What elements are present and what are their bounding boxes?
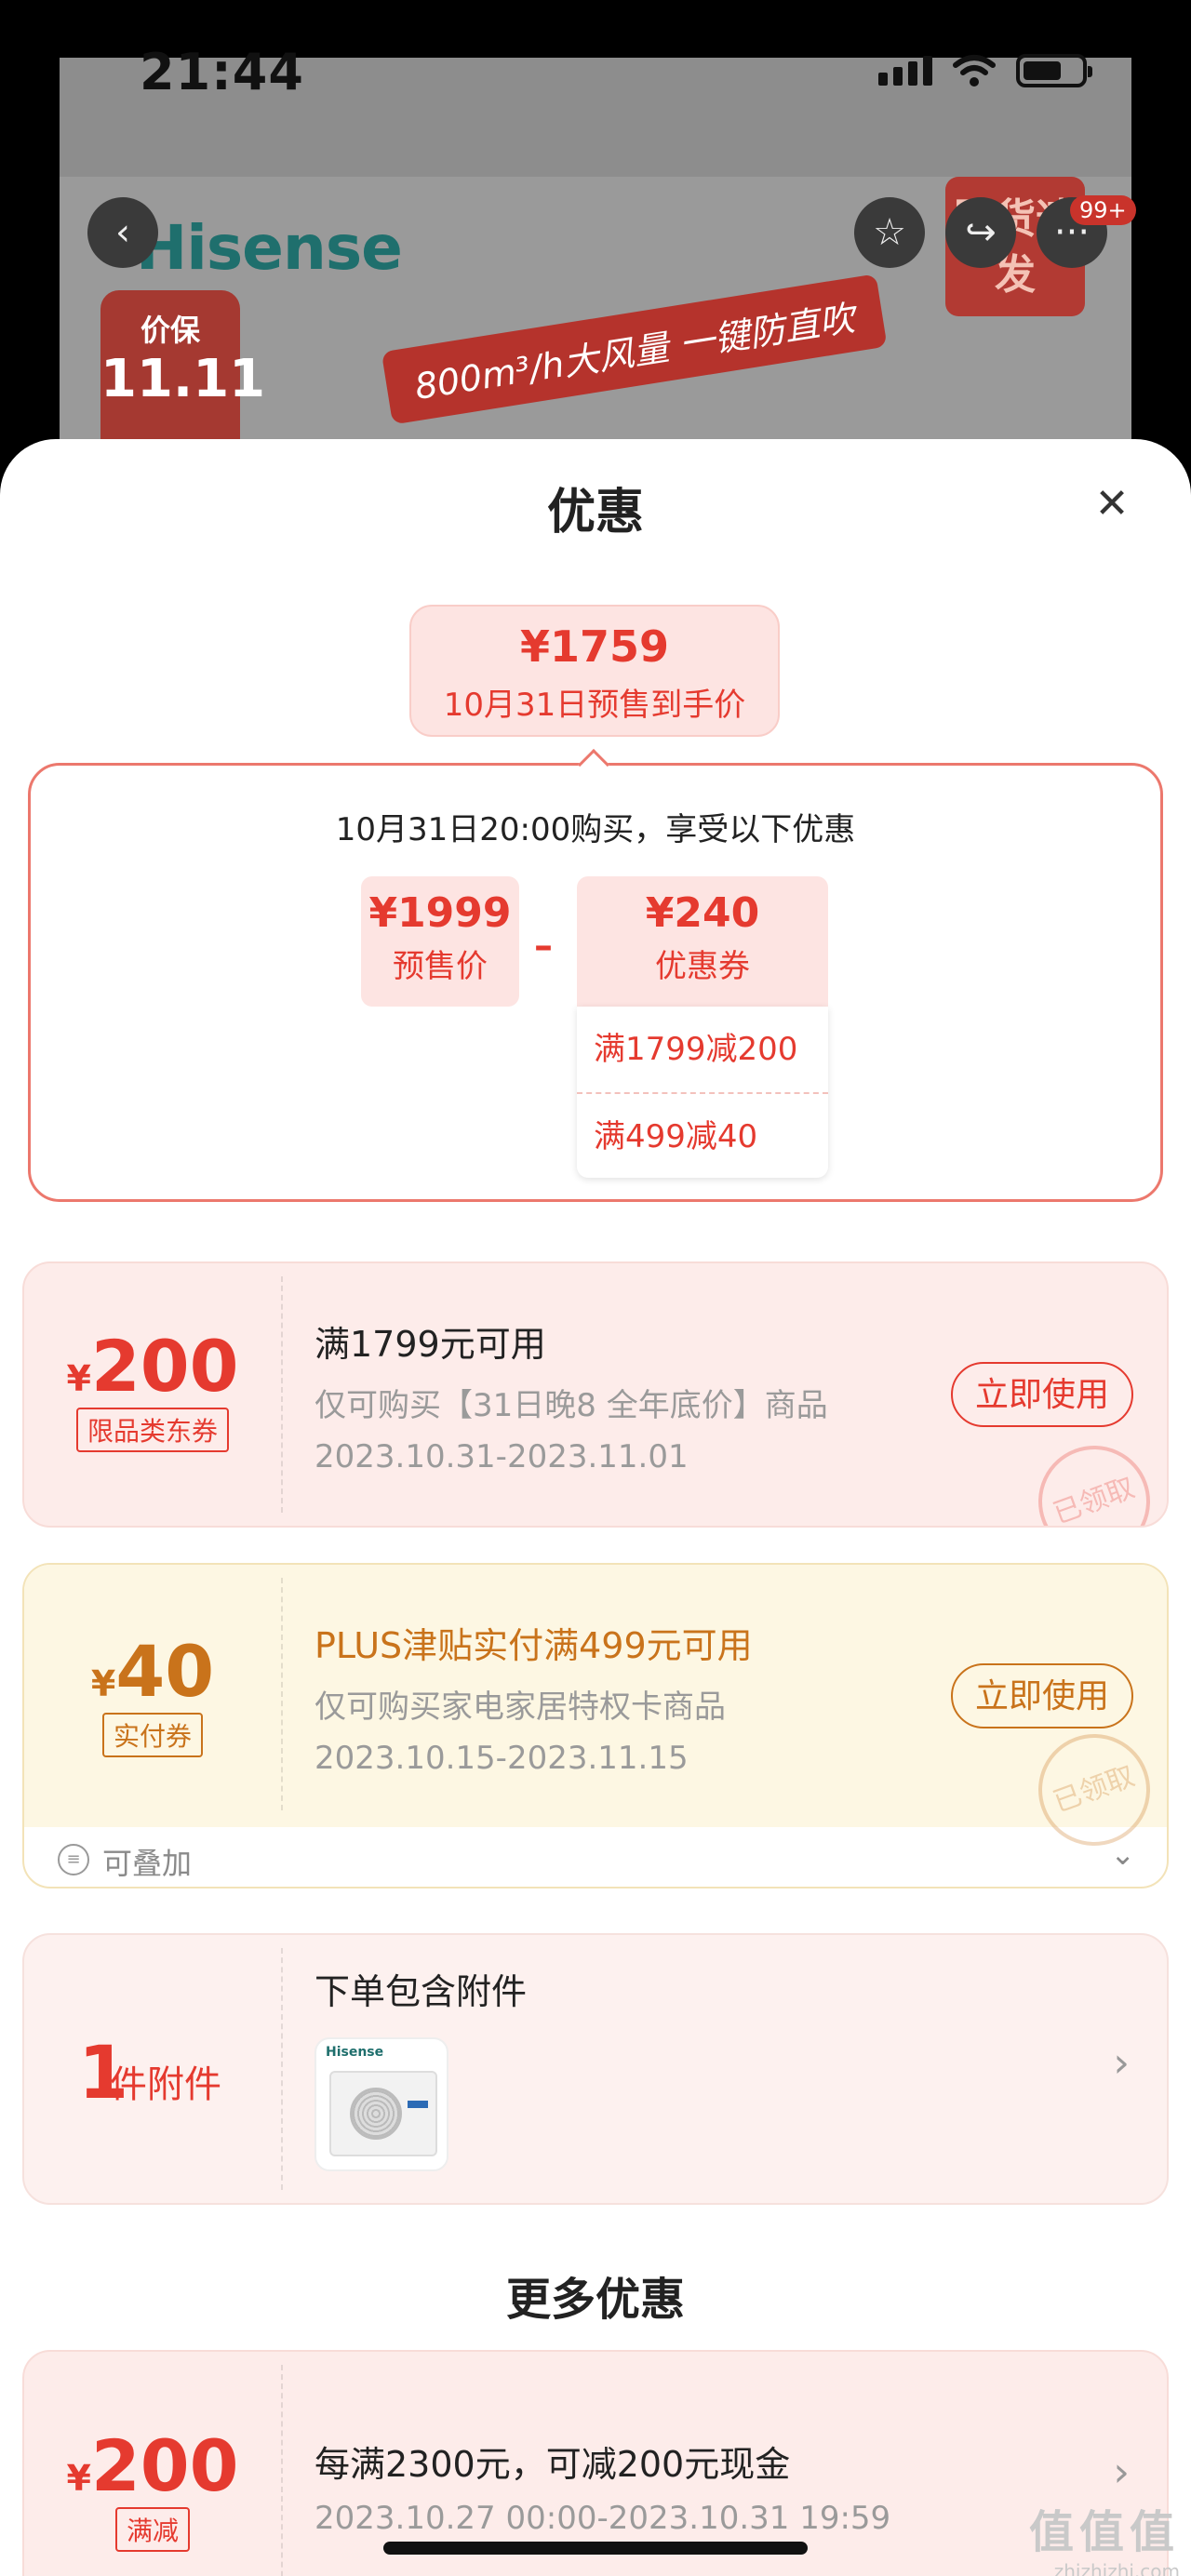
more-discounts-title: 更多优惠	[505, 2274, 685, 2326]
outdoor-unit-image	[329, 2071, 437, 2156]
coupon-info: PLUS津贴实付满499元可用 仅可购买家电家居特权卡商品 2023.10.15…	[314, 1617, 753, 1777]
coupon-amount: ¥200 满减	[24, 2424, 281, 2552]
price-protect-tag: 价保 11.11	[100, 290, 266, 439]
stack-icon: ≡	[58, 1844, 89, 1875]
full-reduction-period: 2023.10.27 00:00-2023.10.31 19:59	[314, 2500, 891, 2537]
coupon-rule: 满1799减200	[594, 1031, 798, 1068]
coupon-validity: 2023.10.31-2023.11.01	[314, 1438, 689, 1475]
use-now-button[interactable]: 立即使用	[951, 1663, 1133, 1728]
close-button[interactable]: ✕	[1089, 480, 1135, 527]
watermark: 值值值 zhizhizhi.com	[1029, 2495, 1180, 2576]
brand-logo: Hisense	[136, 212, 403, 284]
coupon-total-label: 优惠券	[655, 948, 750, 985]
coupon-divider	[281, 1276, 283, 1513]
chevron-down-icon: ⌄	[1110, 1836, 1135, 1872]
discount-sheet: 优惠 ✕ ¥1759 10月31日预售到手价 10月31日20:00购买，享受以…	[0, 439, 1191, 2576]
currency-symbol: ¥	[66, 1358, 91, 1399]
final-price-desc: 10月31日预售到手价	[443, 687, 746, 724]
close-icon: ✕	[1094, 479, 1130, 527]
coupon-divider	[281, 1948, 283, 2190]
coupon-validity: 2023.10.15-2023.11.15	[314, 1740, 689, 1777]
stackable-row[interactable]: ≡ 可叠加 ⌄	[24, 1827, 1167, 1887]
coupon-type-tag: 实付券	[101, 1713, 203, 1757]
watermark-url: zhizhizhi.com	[1053, 2560, 1180, 2576]
status-time: 21:44	[140, 43, 304, 101]
breakdown-header: 10月31日20:00购买，享受以下优惠	[335, 811, 856, 848]
fan-grill	[350, 2088, 402, 2140]
claimed-stamp: 已领取	[1023, 1430, 1166, 1526]
accessory-thumbnail: Hisense	[314, 2037, 448, 2171]
accessory-card[interactable]: 1 件附件 下单包含附件 Hisense ›	[22, 1933, 1169, 2205]
coupon-scope: 仅可购买【31日晚8 全年底价】商品	[314, 1387, 828, 1424]
cellular-signal-icon	[878, 56, 932, 86]
coupon-divider	[281, 1578, 283, 1810]
coupon-amount: ¥40 实付券	[24, 1630, 281, 1757]
presale-price: ¥1999	[368, 889, 512, 937]
coupon-total-card: ¥240 优惠券	[577, 876, 828, 1007]
coupon-type-tag: 限品类东券	[75, 1408, 229, 1452]
coupon-rule-list: 满1799减200 满499减40	[577, 1007, 828, 1178]
full-reduction-rule: 每满2300元，可减200元现金	[314, 2444, 791, 2485]
coupon-card-200: ¥200 限品类东券 满1799元可用 仅可购买【31日晚8 全年底价】商品 2…	[22, 1261, 1169, 1528]
chevron-left-icon: ‹	[115, 211, 130, 254]
share-icon: ↪	[965, 211, 997, 254]
coupon-card-40: ¥40 实付券 PLUS津贴实付满499元可用 仅可购买家电家居特权卡商品 20…	[22, 1563, 1169, 1889]
double-eleven-label: 11.11	[100, 349, 266, 409]
coupon-value: 40	[115, 1630, 215, 1713]
chevron-right-icon: ›	[1113, 2039, 1130, 2087]
share-button[interactable]: ↪	[945, 197, 1016, 268]
minus-sign: –	[534, 925, 553, 968]
price-protect-label: 价保	[140, 313, 200, 348]
battery-icon	[1016, 54, 1092, 87]
message-badge: 99+	[1070, 195, 1136, 225]
status-icons	[878, 54, 1092, 87]
watermark-text: 值值值	[1028, 2506, 1180, 2558]
final-price: ¥1759	[519, 621, 670, 672]
final-price-bubble: ¥1759 10月31日预售到手价	[409, 605, 780, 737]
coupon-amount: ¥200 限品类东券	[24, 1325, 281, 1452]
accessory-title: 下单包含附件	[314, 1971, 528, 2012]
use-now-button[interactable]: 立即使用	[951, 1362, 1133, 1427]
coupon-value: 200	[90, 2424, 239, 2507]
chevron-right-icon: ›	[1113, 2449, 1130, 2496]
coupon-total: ¥240	[645, 889, 760, 937]
stackable-label: 可叠加	[102, 1846, 193, 1881]
star-icon: ☆	[873, 211, 906, 254]
accessory-unit: 件附件	[110, 2063, 221, 2106]
unit-label	[408, 2101, 428, 2108]
thumb-brand-logo: Hisense	[326, 2045, 384, 2060]
presale-price-card: ¥1999 预售价	[361, 876, 519, 1007]
coupon-condition: 满1799元可用	[314, 1324, 546, 1365]
back-button[interactable]: ‹	[87, 197, 158, 268]
accessory-info: 下单包含附件	[314, 1963, 527, 2014]
coupon-type-tag: 满减	[114, 2507, 190, 2552]
wifi-icon	[953, 55, 996, 87]
home-indicator[interactable]	[383, 2542, 808, 2555]
coupon-scope: 仅可购买家电家居特权卡商品	[314, 1688, 726, 1726]
currency-symbol: ¥	[90, 1663, 116, 1704]
coupon-value: 200	[90, 1325, 239, 1408]
full-reduction-info: 每满2300元，可减200元现金 2023.10.27 00:00-2023.1…	[314, 2436, 890, 2537]
coupon-condition: PLUS津贴实付满499元可用	[314, 1625, 753, 1666]
currency-symbol: ¥	[66, 2458, 91, 2499]
favorite-button[interactable]: ☆	[854, 197, 925, 268]
coupon-rule: 满499减40	[577, 1092, 828, 1178]
coupon-divider	[281, 2365, 283, 2576]
background-product-page: 21:44 Hisense ‹ ☆ 国货速发 ↪ ··· 99+ 价保 11.1…	[0, 0, 1191, 495]
coupon-info: 满1799元可用 仅可购买【31日晚8 全年底价】商品 2023.10.31-2…	[314, 1315, 828, 1475]
sheet-title: 优惠	[546, 485, 644, 541]
presale-price-label: 预售价	[393, 948, 488, 985]
